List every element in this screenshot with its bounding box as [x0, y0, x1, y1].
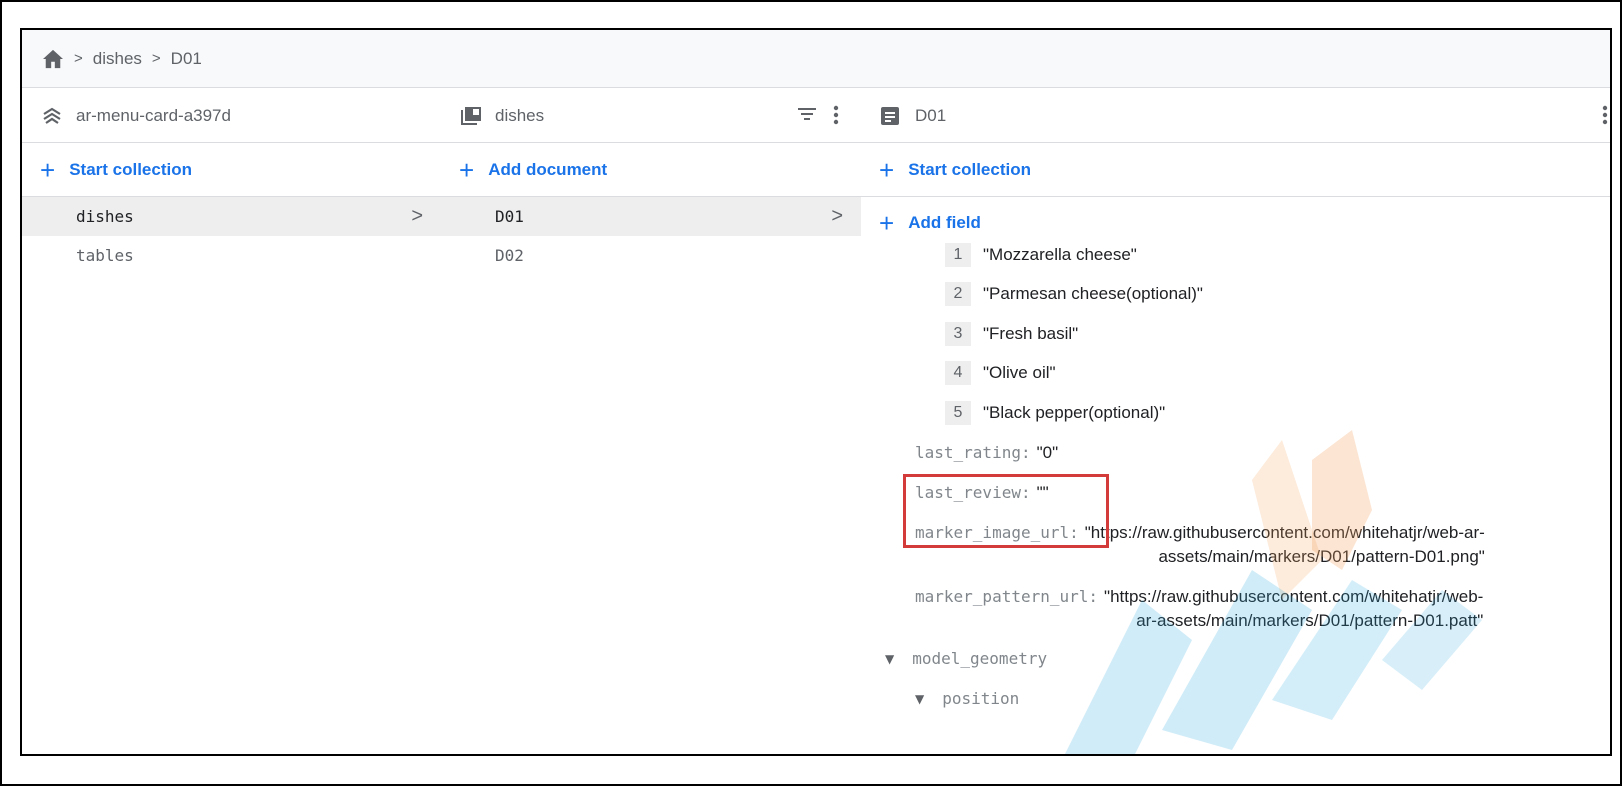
field-last-rating[interactable]: last_rating: "0"	[861, 433, 1610, 473]
array-value: "Fresh basil"	[983, 323, 1079, 343]
array-item[interactable]: 5 "Black pepper(optional)"	[861, 393, 1610, 433]
field-key: last_rating:	[915, 442, 1031, 462]
chevron-right-icon: >	[411, 205, 423, 227]
chevron-right-icon: >	[831, 205, 843, 227]
array-index: 5	[945, 400, 971, 425]
field-value-line: ar-assets/main/markers/D01/pattern-D01.p…	[1136, 610, 1484, 630]
array-index: 4	[945, 361, 971, 386]
array-item[interactable]: 3 "Fresh basil"	[861, 314, 1610, 354]
ingredients-array: 1 "Mozzarella cheese" 2 "Parmesan cheese…	[861, 235, 1610, 433]
field-key: marker_pattern_url:	[915, 586, 1099, 606]
plus-icon: +	[879, 208, 895, 238]
field-value: "https://raw.githubusercontent.com/white…	[1085, 521, 1485, 569]
more-vert-icon[interactable]	[1602, 105, 1608, 130]
plus-icon: +	[879, 154, 895, 185]
database-icon	[42, 107, 64, 125]
breadcrumb-item-d01[interactable]: D01	[171, 49, 202, 69]
collection-title: dishes	[495, 105, 545, 125]
field-value-line: "https://raw.githubusercontent.com/white…	[1084, 522, 1485, 542]
array-item[interactable]: 4 "Olive oil"	[861, 354, 1610, 394]
caret-down-icon[interactable]: ▼	[915, 692, 924, 706]
collection-item-label: tables	[76, 246, 134, 265]
map-field-position[interactable]: ▼ position	[861, 679, 1610, 719]
map-field-model-geometry[interactable]: ▼ model_geometry	[861, 639, 1610, 679]
array-value: "Black pepper(optional)"	[983, 402, 1166, 422]
filter-icon[interactable]	[797, 106, 817, 127]
array-value: "Parmesan cheese(optional)"	[983, 284, 1203, 304]
field-value: "0"	[1036, 442, 1059, 462]
array-index: 1	[945, 242, 971, 267]
collection-item-label: dishes	[76, 207, 134, 226]
array-value: "Olive oil"	[983, 363, 1056, 383]
root-panel-header: ar-menu-card-a397d	[22, 89, 441, 143]
more-vert-icon[interactable]	[833, 105, 839, 130]
project-name: ar-menu-card-a397d	[76, 105, 231, 125]
plus-icon: +	[40, 154, 56, 185]
breadcrumb-item-dishes[interactable]: dishes	[93, 49, 142, 69]
document-item-label: D01	[495, 207, 524, 226]
collection-panel: dishes + Add document D01 > D02	[441, 89, 862, 754]
array-index: 2	[945, 282, 971, 307]
array-index: 3	[945, 321, 971, 346]
root-panel: ar-menu-card-a397d + Start collection di…	[22, 89, 442, 754]
add-document-button[interactable]: + Add document	[441, 143, 861, 197]
firestore-console: > dishes > D01 ar-menu-card-a397d + Star…	[20, 28, 1612, 756]
field-marker-pattern-url[interactable]: marker_pattern_url: "https://raw.githubu…	[861, 585, 1610, 633]
breadcrumb-separator: >	[151, 50, 161, 67]
document-item-label: D02	[495, 246, 524, 265]
field-key: model_geometry	[912, 649, 1048, 668]
document-panel-header: D01	[861, 89, 1610, 143]
breadcrumb: > dishes > D01	[22, 30, 1610, 88]
field-value-line: "https://raw.githubusercontent.com/white…	[1104, 586, 1484, 606]
array-item[interactable]: 2 "Parmesan cheese(optional)"	[861, 275, 1610, 315]
breadcrumb-separator: >	[74, 50, 83, 67]
start-collection-label: Start collection	[69, 159, 192, 179]
start-collection-button[interactable]: + Start collection	[861, 143, 1610, 197]
field-key: position	[942, 689, 1020, 708]
collection-item-dishes[interactable]: dishes >	[22, 197, 441, 236]
document-panel: D01 + Start collection + Add field 1 "Mo…	[861, 89, 1610, 754]
collection-panel-header: dishes	[441, 89, 861, 143]
start-collection-button[interactable]: + Start collection	[22, 143, 441, 197]
start-collection-label: Start collection	[908, 159, 1031, 179]
document-item-d02[interactable]: D02	[441, 236, 861, 275]
add-field-label: Add field	[908, 213, 981, 232]
field-value: "https://raw.githubusercontent.com/white…	[1104, 585, 1483, 633]
home-icon[interactable]	[42, 49, 64, 69]
field-value-line: assets/main/markers/D01/pattern-D01.png"	[1158, 546, 1485, 566]
document-title: D01	[915, 105, 947, 125]
add-document-label: Add document	[488, 159, 608, 179]
document-item-d01[interactable]: D01 >	[441, 197, 861, 236]
document-icon	[881, 106, 903, 125]
highlight-annotation-box	[903, 474, 1109, 548]
plus-icon: +	[459, 154, 475, 185]
caret-down-icon[interactable]: ▼	[885, 652, 894, 666]
array-value: "Mozzarella cheese"	[983, 244, 1137, 264]
array-item[interactable]: 1 "Mozzarella cheese"	[861, 235, 1610, 275]
collection-item-tables[interactable]: tables	[22, 236, 441, 275]
collection-icon	[461, 106, 483, 125]
